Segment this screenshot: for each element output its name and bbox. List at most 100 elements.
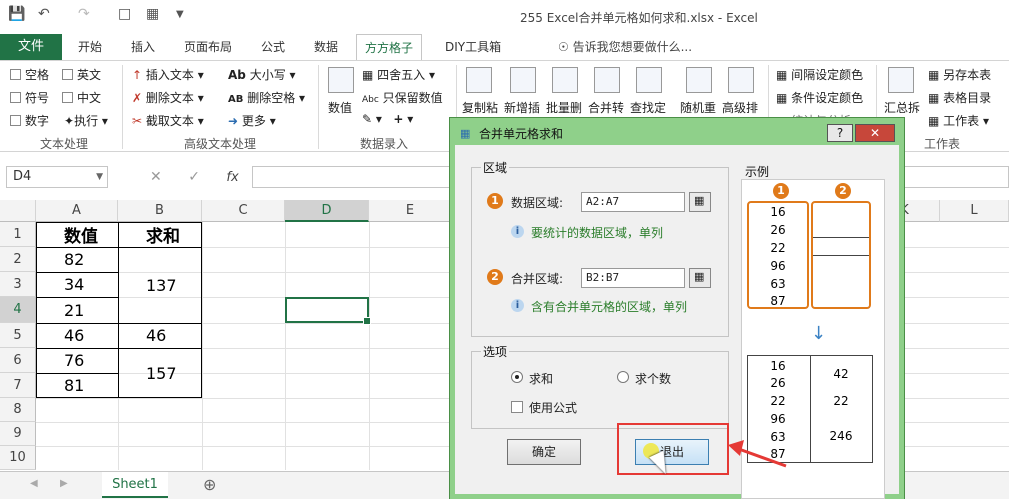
row-header-5[interactable]: 5 xyxy=(0,323,36,348)
data-range-input[interactable]: A2:A7 xyxy=(581,192,685,212)
checkbox-symbol[interactable]: 符号 xyxy=(10,89,49,106)
column-header-d[interactable]: D xyxy=(285,200,369,222)
sheet-directory-button[interactable]: ▦ 表格目录 xyxy=(928,89,991,106)
scroll-left-icon[interactable]: ◀ xyxy=(30,478,38,489)
dialog-title-bar[interactable]: ▦ 合并单元格求和 ? ✕ xyxy=(455,123,899,145)
column-header-b[interactable]: B xyxy=(118,200,202,222)
tab-fangfange[interactable]: 方方格子 xyxy=(356,34,423,60)
scroll-right-icon[interactable]: ▶ xyxy=(60,478,68,489)
round-button[interactable]: ▦ 四舍五入 ▾ xyxy=(362,66,435,83)
cell-a6[interactable]: 76 xyxy=(36,348,118,373)
insert-text-button[interactable]: ↑ 插入文本 ▾ xyxy=(132,66,204,83)
add-sheet-icon[interactable]: ⊕ xyxy=(203,475,216,494)
summary-split-button[interactable]: 汇总拆 xyxy=(884,99,920,116)
checkbox-space[interactable]: 空格 xyxy=(10,66,49,83)
column-header-e[interactable]: E xyxy=(369,200,452,222)
batch-delete-button[interactable]: 批量删 xyxy=(546,99,582,116)
cell-a3[interactable]: 34 xyxy=(36,272,118,297)
merge-range-input[interactable]: B2:B7 xyxy=(581,268,685,288)
delete-text-button[interactable]: ✗ 删除文本 ▾ xyxy=(132,89,204,106)
cell-b6-merged[interactable]: 157 xyxy=(118,348,202,398)
row-header-6[interactable]: 6 xyxy=(0,348,36,373)
row-header-7[interactable]: 7 xyxy=(0,373,36,398)
function-icon[interactable]: fx xyxy=(226,170,238,185)
cell-a5[interactable]: 46 xyxy=(36,323,118,348)
worksheet-button[interactable]: ▦ 工作表 ▾ xyxy=(928,112,989,129)
row-header-1[interactable]: 1 xyxy=(0,222,36,247)
cell-b1[interactable]: 求和 xyxy=(118,222,202,247)
example-label: 示例 xyxy=(743,163,772,180)
insert-text-icon: ↑ xyxy=(132,68,143,82)
select-all-corner[interactable] xyxy=(0,200,36,222)
customize-qat-icon[interactable]: ▼ xyxy=(176,9,184,29)
sheet-tab-sheet1[interactable]: Sheet1 xyxy=(102,472,168,498)
row-header-4[interactable]: 4 xyxy=(0,297,36,323)
merge-sum-dialog: ▦ 合并单元格求和 ? ✕ 区域 1 数据区域: A2:A7 ▦ i 要统计的数… xyxy=(450,118,904,499)
cell-b5[interactable]: 46 xyxy=(118,323,202,348)
formula-buttons: ✕ ✓ fx xyxy=(130,166,250,188)
cell-a4[interactable]: 21 xyxy=(36,297,118,323)
advanced-sort-button[interactable]: 高级排 xyxy=(722,99,758,116)
more-button[interactable]: ➜ 更多 ▾ xyxy=(228,112,276,129)
value-button[interactable]: 数值 xyxy=(328,99,352,116)
undo-icon[interactable]: ↶ xyxy=(38,6,50,26)
tab-insert[interactable]: 插入 xyxy=(131,34,155,60)
new-file-icon[interactable]: □ xyxy=(118,6,131,26)
random-button[interactable]: 随机重 xyxy=(680,99,716,116)
more-number-tools[interactable]: ✎ ▾ + ▾ xyxy=(362,112,413,126)
merge-convert-button[interactable]: 合并转 xyxy=(588,99,624,116)
tab-diy-toolbox[interactable]: DIY工具箱 xyxy=(445,34,501,60)
help-button[interactable]: ? xyxy=(827,124,853,142)
tab-formulas[interactable]: 公式 xyxy=(261,34,285,60)
merge-range-picker-button[interactable]: ▦ xyxy=(689,268,711,288)
tab-home[interactable]: 开始 xyxy=(78,34,102,60)
radio-count[interactable] xyxy=(617,371,629,383)
checkbox-number[interactable]: 数字 xyxy=(10,112,49,129)
row-header-9[interactable]: 9 xyxy=(0,422,36,446)
tab-file[interactable]: 文件 xyxy=(0,34,62,60)
confirm-icon[interactable]: ✓ xyxy=(188,169,200,185)
row-header-3[interactable]: 3 xyxy=(0,272,36,297)
row-header-10[interactable]: 10 xyxy=(0,446,36,470)
name-box[interactable]: D4 ▼ xyxy=(6,166,108,188)
use-formula-checkbox[interactable] xyxy=(511,401,523,413)
interval-color-button[interactable]: ▦ 间隔设定颜色 xyxy=(776,66,863,83)
form-icon[interactable]: ▦ xyxy=(146,6,159,26)
save-icon[interactable]: 💾 xyxy=(8,6,25,26)
redo-icon[interactable]: ↷ xyxy=(78,6,90,26)
tab-data[interactable]: 数据 xyxy=(314,34,338,60)
active-cell-d4[interactable] xyxy=(285,297,371,325)
keep-number-button[interactable]: Abc 只保留数值 xyxy=(362,89,443,106)
column-header-l[interactable]: L xyxy=(940,200,1009,222)
cell-a1[interactable]: 数值 xyxy=(36,222,118,247)
badge-1: 1 xyxy=(487,193,503,209)
execute-button[interactable]: ✦执行 ▾ xyxy=(64,112,108,129)
use-formula-label: 使用公式 xyxy=(529,401,578,415)
checkbox-chinese[interactable]: 中文 xyxy=(62,89,101,106)
cell-a7[interactable]: 81 xyxy=(36,373,118,398)
copy-paste-button[interactable]: 复制粘 xyxy=(462,99,498,116)
row-header-8[interactable]: 8 xyxy=(0,398,36,422)
chevron-down-icon: ▼ xyxy=(96,172,103,182)
close-button[interactable]: ✕ xyxy=(855,124,895,142)
tab-page-layout[interactable]: 页面布局 xyxy=(184,34,232,60)
row-header-2[interactable]: 2 xyxy=(0,247,36,272)
add-insert-button[interactable]: 新增插 xyxy=(504,99,540,116)
ok-button[interactable]: 确定 xyxy=(507,439,581,465)
cell-b2-merged[interactable]: 137 xyxy=(118,247,202,323)
column-header-c[interactable]: C xyxy=(202,200,285,222)
range-select-icon: ▦ xyxy=(694,270,705,283)
condition-color-button[interactable]: ▦ 条件设定颜色 xyxy=(776,89,863,106)
cell-a2[interactable]: 82 xyxy=(36,247,118,272)
cancel-icon[interactable]: ✕ xyxy=(150,169,162,185)
find-locate-button[interactable]: 查找定 xyxy=(630,99,666,116)
extract-text-button[interactable]: ✂ 截取文本 ▾ xyxy=(132,112,204,129)
tell-me-box[interactable]: ☉ 告诉我您想要做什么... xyxy=(558,34,692,60)
data-range-picker-button[interactable]: ▦ xyxy=(689,192,711,212)
checkbox-english[interactable]: 英文 xyxy=(62,66,101,83)
radio-sum[interactable] xyxy=(511,371,523,383)
delete-space-button[interactable]: AB 删除空格 ▾ xyxy=(228,89,305,106)
save-sheet-button[interactable]: ▦ 另存本表 xyxy=(928,66,991,83)
column-header-a[interactable]: A xyxy=(36,200,118,222)
case-button[interactable]: Ab 大小写 ▾ xyxy=(228,66,296,83)
